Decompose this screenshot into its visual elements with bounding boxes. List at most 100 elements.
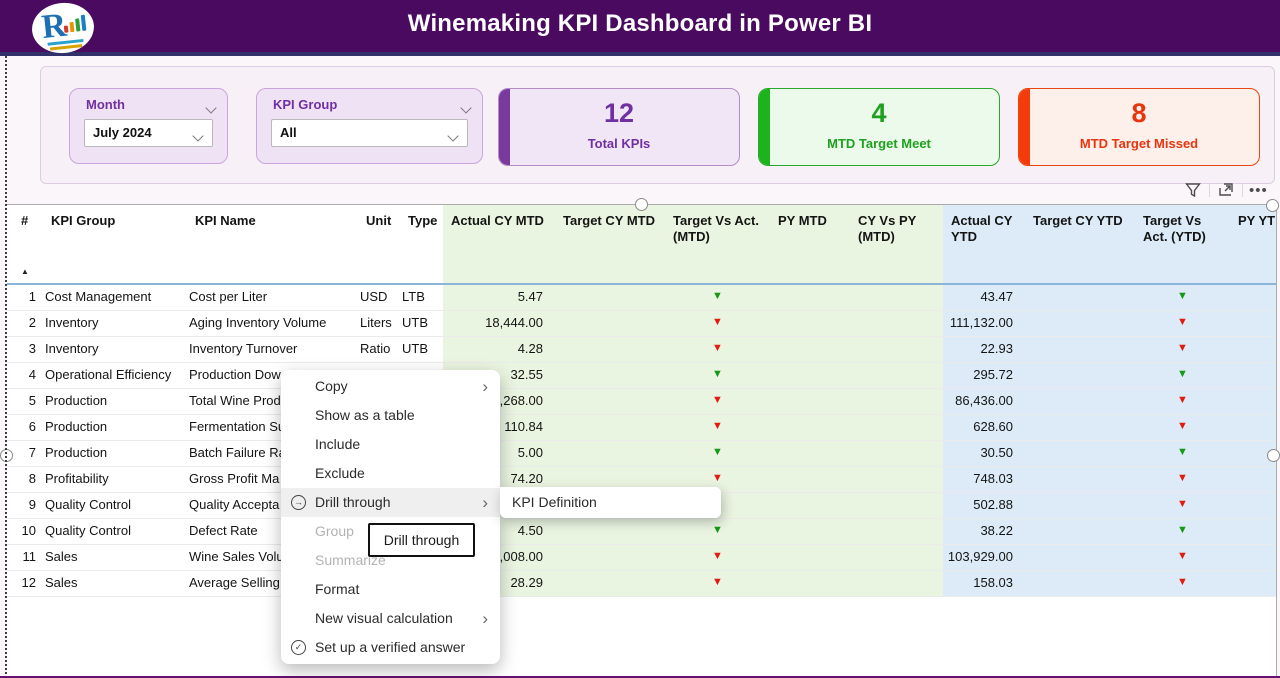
table-row[interactable]: 1Cost ManagementCost per LiterUSDLTB5.47… bbox=[7, 285, 1277, 311]
column-header-unit[interactable]: Unit bbox=[358, 205, 400, 283]
cell-py_ytd bbox=[1230, 571, 1277, 596]
chevron-down-icon[interactable] bbox=[449, 127, 457, 145]
kpi-card-mtd-target-meet[interactable]: 4MTD Target Meet bbox=[758, 88, 1000, 166]
cell-target_ytd bbox=[1025, 519, 1135, 544]
cell-group: Quality Control bbox=[43, 493, 187, 518]
cell-py_ytd bbox=[1230, 337, 1277, 362]
cell-group: Cost Management bbox=[43, 285, 187, 310]
column-header-name[interactable]: KPI Name bbox=[187, 205, 358, 283]
table-row[interactable]: 5ProductionTotal Wine Prod4,268.00▼86,43… bbox=[7, 389, 1277, 415]
cell-ytd: 103,929.00 bbox=[943, 545, 1025, 570]
target-missed-indicator: ▼ bbox=[665, 389, 770, 414]
table-row[interactable]: 6ProductionFermentation Su110.84▼628.60▼ bbox=[7, 415, 1277, 441]
cell-ytd: 30.50 bbox=[943, 441, 1025, 466]
cell-ytd: 111,132.00 bbox=[943, 311, 1025, 336]
cell-mtd: 18,444.00 bbox=[443, 311, 555, 336]
cell-target_ytd bbox=[1025, 285, 1135, 310]
cell-cy_py_mtd bbox=[850, 363, 943, 388]
menu-item-label: Format bbox=[315, 581, 359, 597]
chevron-down-icon[interactable] bbox=[207, 99, 215, 117]
target-missed-indicator: ▼ bbox=[1135, 389, 1230, 414]
cell-group: Inventory bbox=[43, 337, 187, 362]
cell-group: Production bbox=[43, 415, 187, 440]
cell-target_mtd bbox=[555, 337, 665, 362]
table-row[interactable]: 10Quality ControlDefect Rate4.50▼38.22▼ bbox=[7, 519, 1277, 545]
column-header-py_mtd[interactable]: PY MTD bbox=[770, 205, 850, 283]
cell-py_ytd bbox=[1230, 415, 1277, 440]
column-header-num[interactable]: #▲ bbox=[7, 205, 43, 283]
target-missed-indicator: ▼ bbox=[665, 337, 770, 362]
menu-item-include[interactable]: Include bbox=[281, 430, 500, 459]
slicer-selected-value: All bbox=[280, 125, 297, 140]
visual-selection-border-right bbox=[1276, 204, 1277, 678]
slicer-dropdown[interactable]: July 2024 bbox=[84, 119, 213, 147]
cell-group: Inventory bbox=[43, 311, 187, 336]
target-missed-indicator: ▼ bbox=[1135, 467, 1230, 492]
cell-mtd: 4.28 bbox=[443, 337, 555, 362]
cell-py_ytd bbox=[1230, 389, 1277, 414]
cell-py_mtd bbox=[770, 493, 850, 518]
menu-item-drill-through[interactable]: →Drill through› bbox=[281, 488, 500, 517]
column-header-group[interactable]: KPI Group bbox=[43, 205, 187, 283]
column-header-ytd_ind[interactable]: Target Vs Act. (YTD) bbox=[1135, 205, 1230, 283]
cell-target_mtd bbox=[555, 311, 665, 336]
column-header-target_ytd[interactable]: Target CY YTD bbox=[1025, 205, 1135, 283]
focus-mode-icon[interactable] bbox=[1216, 180, 1236, 200]
cell-ytd: 86,436.00 bbox=[943, 389, 1025, 414]
menu-item-new-visual-calculation[interactable]: New visual calculation› bbox=[281, 604, 500, 633]
target-met-indicator: ▼ bbox=[1135, 519, 1230, 544]
target-met-indicator: ▼ bbox=[665, 363, 770, 388]
kpi-card-mtd-target-missed[interactable]: 8MTD Target Missed bbox=[1018, 88, 1260, 166]
resize-handle-top-center[interactable] bbox=[635, 198, 648, 211]
cell-cy_py_mtd bbox=[850, 519, 943, 544]
cell-py_ytd bbox=[1230, 285, 1277, 310]
target-missed-indicator: ▼ bbox=[1135, 493, 1230, 518]
submenu-item-kpi-definition[interactable]: KPI Definition bbox=[500, 487, 721, 518]
filter-icon[interactable] bbox=[1183, 180, 1203, 200]
chevron-down-icon[interactable] bbox=[194, 127, 202, 145]
more-options-icon[interactable]: ••• bbox=[1249, 182, 1268, 199]
column-header-py_ytd[interactable]: PY YTD bbox=[1230, 205, 1277, 283]
resize-handle-right-middle[interactable] bbox=[1267, 449, 1280, 462]
kpi-card-total-kpis[interactable]: 12Total KPIs bbox=[498, 88, 740, 166]
column-header-cy_py_mtd[interactable]: CY Vs PY (MTD) bbox=[850, 205, 943, 283]
column-header-target_mtd[interactable]: Target CY MTD bbox=[555, 205, 665, 283]
menu-item-exclude[interactable]: Exclude bbox=[281, 459, 500, 488]
cell-py_mtd bbox=[770, 571, 850, 596]
table-row[interactable]: 12SalesAverage Selling28.29▼158.03▼ bbox=[7, 571, 1277, 597]
cell-py_ytd bbox=[1230, 519, 1277, 544]
column-header-mtd[interactable]: Actual CY MTD bbox=[443, 205, 555, 283]
target-met-indicator: ▼ bbox=[665, 519, 770, 544]
slicer-dropdown[interactable]: All bbox=[271, 119, 468, 147]
cell-py_mtd bbox=[770, 519, 850, 544]
cell-cy_py_mtd bbox=[850, 467, 943, 492]
table-row[interactable]: 4Operational EfficiencyProduction Dow32.… bbox=[7, 363, 1277, 389]
cell-ytd: 748.03 bbox=[943, 467, 1025, 492]
cell-target_ytd bbox=[1025, 467, 1135, 492]
target-met-indicator: ▼ bbox=[1135, 363, 1230, 388]
menu-item-show-as-a-table[interactable]: Show as a table bbox=[281, 401, 500, 430]
menu-item-set-up-a-verified-answer[interactable]: ✓Set up a verified answer bbox=[281, 633, 500, 662]
table-row[interactable]: 3InventoryInventory TurnoverRatioUTB4.28… bbox=[7, 337, 1277, 363]
table-row[interactable]: 2InventoryAging Inventory VolumeLitersUT… bbox=[7, 311, 1277, 337]
resize-handle-top-right[interactable] bbox=[1266, 199, 1279, 212]
menu-item-copy[interactable]: Copy› bbox=[281, 372, 500, 401]
column-header-mtd_ind[interactable]: Target Vs Act. (MTD) bbox=[665, 205, 770, 283]
chevron-down-icon[interactable] bbox=[462, 99, 470, 117]
cell-target_ytd bbox=[1025, 545, 1135, 570]
column-header-ytd[interactable]: Actual CY YTD bbox=[943, 205, 1025, 283]
cell-type: UTB bbox=[400, 337, 443, 362]
table-row[interactable]: 7ProductionBatch Failure Ra5.00▼30.50▼ bbox=[7, 441, 1277, 467]
menu-item-label: Exclude bbox=[315, 465, 365, 481]
column-header-type[interactable]: Type bbox=[400, 205, 443, 283]
table-row[interactable]: 11SalesWine Sales Volu5,008.00▼103,929.0… bbox=[7, 545, 1277, 571]
cell-target_mtd bbox=[555, 415, 665, 440]
cell-py_mtd bbox=[770, 363, 850, 388]
cell-ytd: 628.60 bbox=[943, 415, 1025, 440]
kpi-table: #▲KPI GroupKPI NameUnitTypeActual CY MTD… bbox=[7, 204, 1277, 678]
menu-item-format[interactable]: Format bbox=[281, 575, 500, 604]
cell-target_mtd bbox=[555, 519, 665, 544]
cell-name: Inventory Turnover bbox=[187, 337, 358, 362]
table-header-row: #▲KPI GroupKPI NameUnitTypeActual CY MTD… bbox=[7, 205, 1277, 285]
cell-ytd: 502.88 bbox=[943, 493, 1025, 518]
